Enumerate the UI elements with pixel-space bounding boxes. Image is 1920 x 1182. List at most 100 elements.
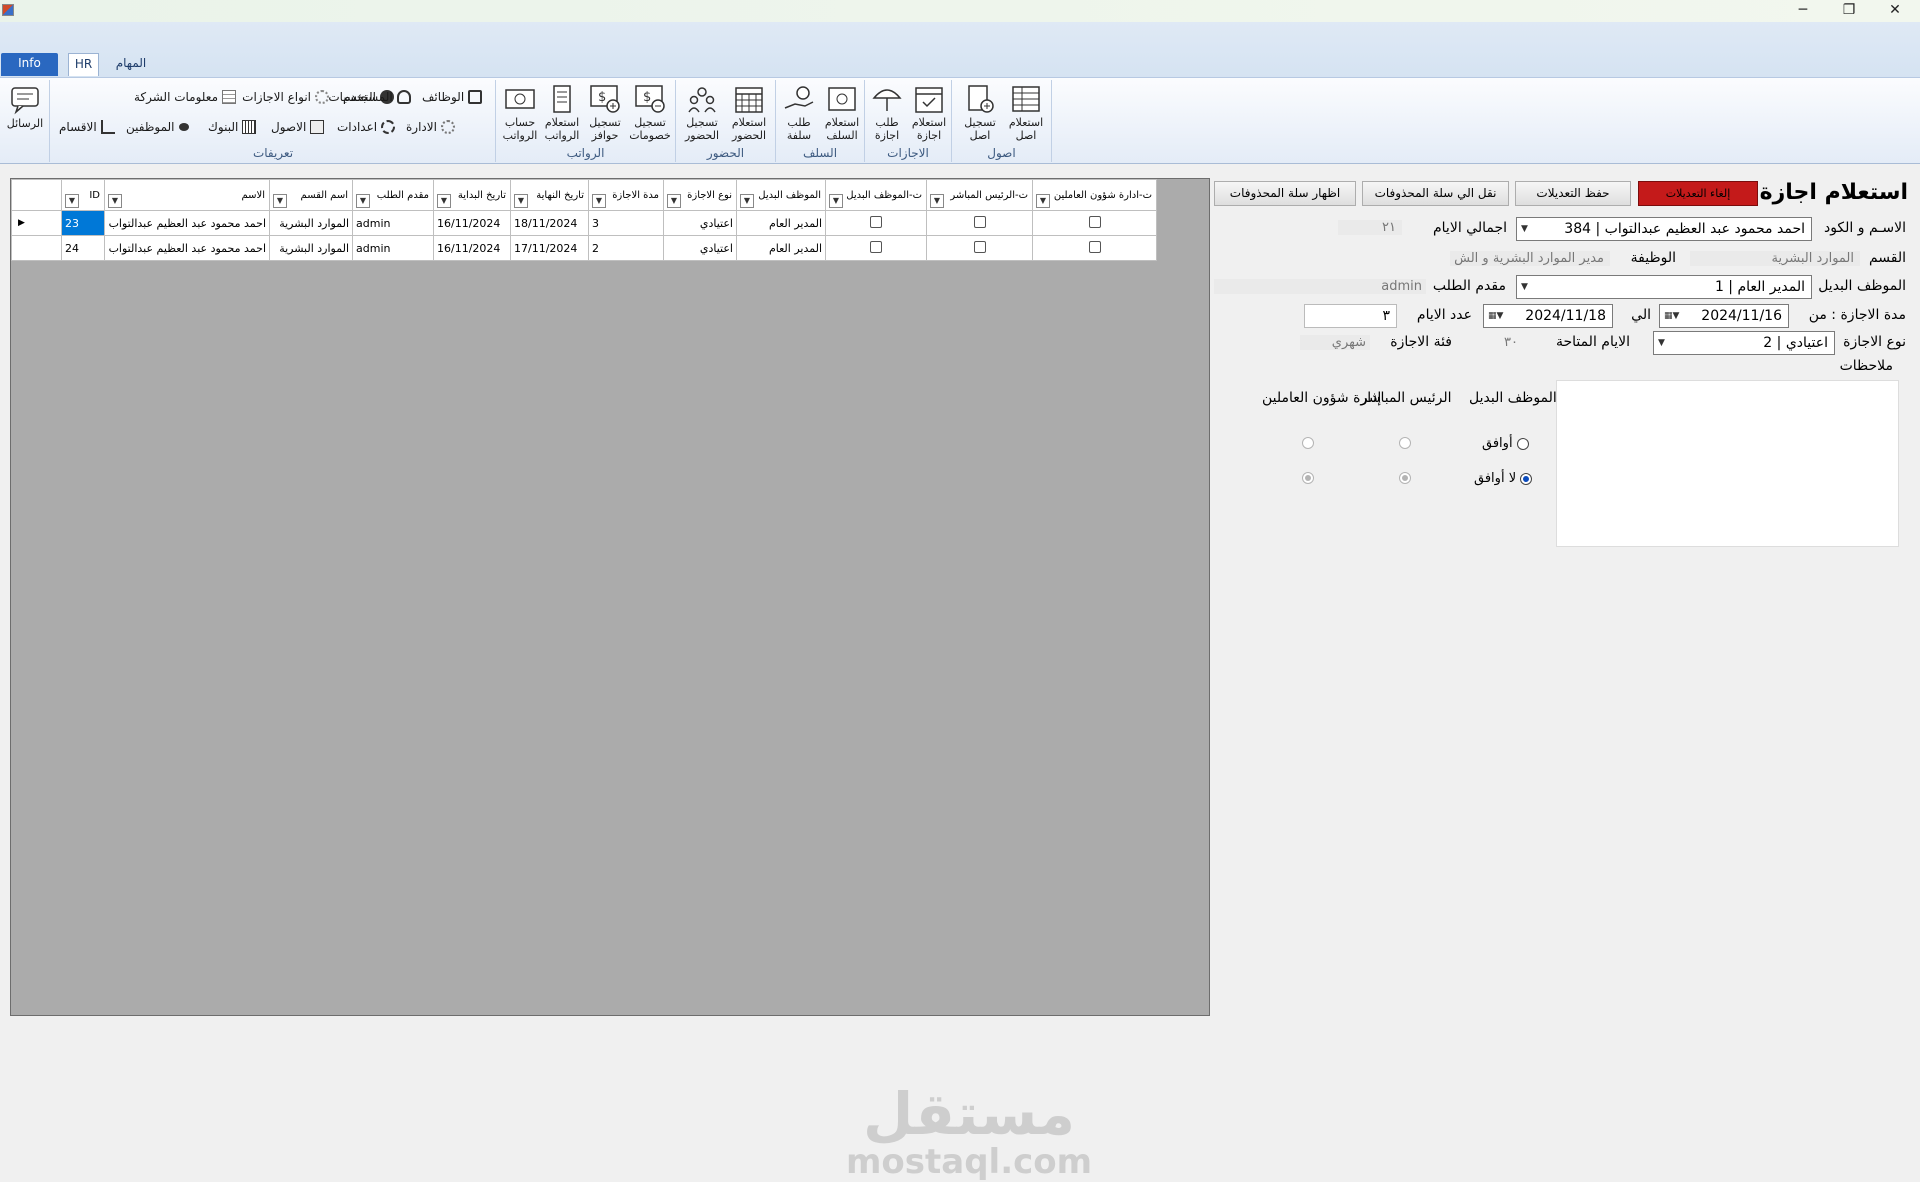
leave-type-select[interactable]: ▼ اعتيادي | 2 bbox=[1653, 331, 1835, 355]
cell-start[interactable]: 16/11/2024 bbox=[433, 235, 511, 261]
table-row[interactable]: 24 احمد محمود عبد العظيم عبدالتواب الموا… bbox=[11, 235, 1157, 261]
employees-button[interactable]: الموظفين bbox=[126, 120, 189, 134]
col-header-end[interactable]: تاريخ النهاية ▼ bbox=[510, 179, 589, 211]
filter-icon[interactable]: ▼ bbox=[65, 194, 79, 208]
cell-substitute[interactable]: المدير العام bbox=[736, 235, 826, 261]
cancel-changes-button[interactable]: إلغاء التعديلات bbox=[1638, 181, 1758, 206]
leave-grid[interactable]: ID ▼ الاسم ▼ اسم القسم ▼ مقدم الطلب ▼ تاريخ … bbox=[10, 178, 1210, 1180]
to-date-picker[interactable]: ▦▼ 2024/11/18 bbox=[1483, 304, 1613, 328]
show-trash-button[interactable]: اظهار سلة المحذوفات bbox=[1214, 181, 1356, 206]
cell-duration[interactable]: 2 bbox=[588, 235, 664, 261]
calc-salaries-button[interactable]: حساب الرواتب bbox=[500, 84, 540, 142]
checkbox[interactable] bbox=[870, 215, 882, 228]
query-leave-button[interactable]: استعلام اجازة bbox=[909, 84, 949, 142]
request-advance-button[interactable]: طلب سلفة bbox=[778, 84, 820, 142]
col-header-substitute-approval[interactable]: ت-الموظف البديل ▼ bbox=[825, 179, 927, 211]
cell-start[interactable]: 16/11/2024 bbox=[433, 210, 511, 236]
cell-dept[interactable]: الموارد البشرية bbox=[269, 210, 353, 236]
col-header-start[interactable]: تاريخ البداية ▼ bbox=[433, 179, 511, 211]
cell-type[interactable]: اعتيادي bbox=[663, 210, 737, 236]
banks-button[interactable]: البنوك bbox=[208, 120, 257, 134]
cell-manager-approval[interactable] bbox=[926, 210, 1033, 236]
substitute-disagree-option[interactable]: لا أوافق bbox=[1474, 471, 1533, 486]
filter-icon[interactable]: ▼ bbox=[667, 194, 681, 208]
checkbox[interactable] bbox=[870, 240, 882, 253]
manager-agree-radio[interactable] bbox=[1399, 437, 1411, 449]
restore-button[interactable]: ❐ bbox=[1826, 0, 1872, 22]
user-button[interactable]: المستخدم bbox=[343, 90, 411, 104]
register-deductions-button[interactable]: $ تسجيل خصومات bbox=[628, 84, 672, 142]
col-header-manager-approval[interactable]: ت-الرئيس المباشر ▼ bbox=[926, 179, 1033, 211]
filter-icon[interactable]: ▼ bbox=[1036, 194, 1050, 208]
cell-manager-approval[interactable] bbox=[926, 235, 1033, 261]
cell-end[interactable]: 17/11/2024 bbox=[510, 235, 589, 261]
col-header-id[interactable]: ID ▼ bbox=[61, 179, 105, 211]
radio-agree[interactable] bbox=[1516, 437, 1529, 450]
settings-button[interactable]: اعدادات bbox=[337, 120, 396, 134]
col-header-requester[interactable]: مقدم الطلب ▼ bbox=[352, 179, 434, 211]
register-asset-button[interactable]: تسجيل اصل bbox=[958, 84, 1002, 142]
filter-icon[interactable]: ▼ bbox=[829, 194, 843, 208]
cell-duration[interactable]: 3 bbox=[588, 210, 664, 236]
messages-button[interactable]: الرسائل bbox=[4, 85, 46, 130]
col-header-dept[interactable]: اسم القسم ▼ bbox=[269, 179, 353, 211]
move-to-trash-button[interactable]: نقل الي سلة المحذوفات bbox=[1362, 181, 1509, 206]
leave-types-button[interactable]: انواع الاجازات bbox=[242, 90, 329, 104]
checkbox[interactable] bbox=[973, 215, 986, 228]
days-count-field[interactable]: ٣ bbox=[1304, 304, 1397, 328]
close-button[interactable]: ✕ bbox=[1872, 0, 1918, 22]
checkbox[interactable] bbox=[1088, 240, 1101, 253]
cell-hr-approval[interactable] bbox=[1032, 210, 1157, 236]
col-header-duration[interactable]: مدة الاجازة ▼ bbox=[588, 179, 664, 211]
jobs-button[interactable]: الوظائف bbox=[422, 90, 483, 104]
row-pointer-icon[interactable]: ▶ bbox=[11, 210, 62, 236]
col-header-name[interactable]: الاسم ▼ bbox=[104, 179, 270, 211]
cell-substitute[interactable]: المدير العام bbox=[736, 210, 826, 236]
cell-substitute-approval[interactable] bbox=[825, 210, 927, 236]
col-header-hr-approval[interactable]: ت-ادارة شؤون العاملين ▼ bbox=[1032, 179, 1157, 211]
query-asset-button[interactable]: استعلام اصل bbox=[1004, 84, 1048, 142]
assets-def-button[interactable]: الاصول bbox=[271, 120, 325, 134]
cell-name[interactable]: احمد محمود عبد العظيم عبدالتواب bbox=[104, 210, 270, 236]
radio-disagree[interactable] bbox=[1520, 472, 1533, 485]
register-attendance-button[interactable]: تسجيل الحضور bbox=[680, 84, 724, 142]
notes-textarea[interactable] bbox=[1556, 380, 1899, 547]
row-header[interactable] bbox=[11, 235, 62, 261]
filter-icon[interactable]: ▼ bbox=[592, 194, 606, 208]
filter-icon[interactable]: ▼ bbox=[356, 194, 370, 208]
checkbox[interactable] bbox=[1088, 215, 1101, 228]
tab-info[interactable]: Info bbox=[1, 53, 58, 76]
checkbox[interactable] bbox=[973, 240, 986, 253]
departments-button[interactable]: الاقسام bbox=[59, 120, 115, 134]
substitute-select[interactable]: ▼ المدير العام | 1 bbox=[1516, 275, 1812, 299]
cell-id[interactable]: 23 bbox=[61, 210, 105, 236]
cell-requester[interactable]: admin bbox=[352, 210, 434, 236]
filter-icon[interactable]: ▼ bbox=[108, 194, 122, 208]
query-advances-button[interactable]: استعلام السلف bbox=[821, 84, 863, 142]
cell-hr-approval[interactable] bbox=[1032, 235, 1157, 261]
minimize-button[interactable]: ─ bbox=[1780, 0, 1826, 22]
filter-icon[interactable]: ▼ bbox=[514, 194, 528, 208]
cell-id[interactable]: 24 bbox=[61, 235, 105, 261]
substitute-agree-option[interactable]: أوافق bbox=[1482, 436, 1529, 451]
hr-disagree-radio[interactable] bbox=[1302, 472, 1314, 484]
tab-hr[interactable]: HR bbox=[68, 53, 99, 76]
request-leave-button[interactable]: طلب اجازة bbox=[867, 84, 907, 142]
table-row[interactable]: ▶ 23 احمد محمود عبد العظيم عبدالتواب الم… bbox=[11, 210, 1157, 236]
filter-icon[interactable]: ▼ bbox=[437, 194, 451, 208]
cell-requester[interactable]: admin bbox=[352, 235, 434, 261]
col-header-substitute[interactable]: الموظف البديل ▼ bbox=[736, 179, 826, 211]
cell-type[interactable]: اعتيادي bbox=[663, 235, 737, 261]
register-incentives-button[interactable]: $ تسجيل حوافز bbox=[584, 84, 626, 142]
from-date-picker[interactable]: ▦▼ 2024/11/16 bbox=[1659, 304, 1789, 328]
hr-agree-radio[interactable] bbox=[1302, 437, 1314, 449]
administration-button[interactable]: الادارة bbox=[406, 120, 455, 134]
cell-dept[interactable]: الموارد البشرية bbox=[269, 235, 353, 261]
cell-end[interactable]: 18/11/2024 bbox=[510, 210, 589, 236]
tab-tasks[interactable]: المهام bbox=[108, 53, 154, 76]
employee-select[interactable]: ▼ احمد محمود عبد العظيم عبدالتواب | 384 bbox=[1516, 217, 1812, 241]
cell-substitute-approval[interactable] bbox=[825, 235, 927, 261]
save-changes-button[interactable]: حفظ التعديلات bbox=[1515, 181, 1631, 206]
query-attendance-button[interactable]: استعلام الحضور bbox=[726, 84, 772, 142]
col-header-type[interactable]: نوع الاجازة ▼ bbox=[663, 179, 737, 211]
